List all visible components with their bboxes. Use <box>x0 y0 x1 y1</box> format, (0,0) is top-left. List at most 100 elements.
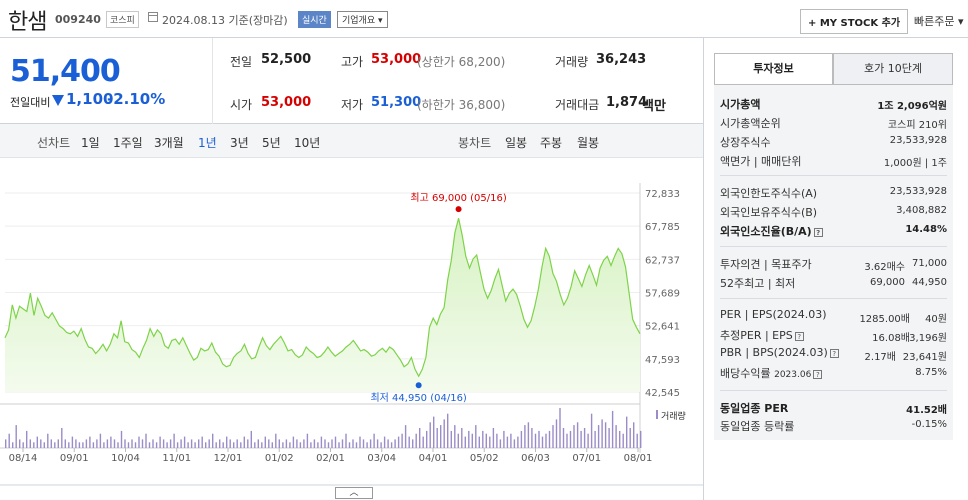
volume-bar <box>471 433 473 448</box>
volume-bar <box>92 442 95 448</box>
volume-bar <box>436 428 438 448</box>
volume-value: 36,243 <box>596 52 647 67</box>
volume-bar <box>404 425 407 448</box>
eps-value: 40원 <box>925 314 947 325</box>
volume-bar <box>292 436 295 448</box>
trade-amount-value: 1,874 <box>606 95 648 110</box>
collapse-chart-button[interactable]: ︿ <box>335 487 373 499</box>
volume-bar <box>552 425 554 448</box>
x-tick-label: 08/14 <box>9 453 38 464</box>
help-icon[interactable]: ? <box>829 348 839 358</box>
low-label: 저가 <box>341 98 364 112</box>
x-tick-label: 10/04 <box>111 453 140 464</box>
help-icon[interactable]: ? <box>794 331 804 341</box>
volume-bar <box>110 436 112 448</box>
help-icon[interactable]: ? <box>813 369 823 379</box>
market-cap-value: 1조 2,096억원 <box>877 101 947 112</box>
volume-bar <box>208 439 210 448</box>
volume-bar <box>541 436 544 448</box>
x-tick-label: 08/01 <box>624 453 653 464</box>
volume-bar <box>138 436 140 448</box>
volume-bar <box>152 439 154 448</box>
period-monthly[interactable]: 월봉 <box>577 134 599 151</box>
period-3y[interactable]: 3년 <box>230 134 249 151</box>
volume-bar <box>355 442 358 448</box>
low-annotation: 최저 44,950 (04/16) <box>370 392 466 404</box>
volume-bar <box>419 428 421 448</box>
opinion-label: 투자의견 | 목표주가 <box>720 258 812 271</box>
period-3m[interactable]: 3개월 <box>154 134 184 151</box>
volume-bar <box>559 408 561 448</box>
volume-bar <box>61 428 63 448</box>
tab-invest-info[interactable]: 투자정보 <box>714 53 833 85</box>
x-tick-label: 03/04 <box>367 453 396 464</box>
volume-bar <box>454 425 456 448</box>
volume-bar <box>180 439 182 448</box>
foreign-limit-label: 외국인한도주식수(A) <box>720 187 818 200</box>
high-annotation: 최고 69,000 (05/16) <box>410 192 506 204</box>
volume-bar <box>576 422 579 448</box>
period-weekly[interactable]: 주봉 <box>540 134 562 151</box>
volume-bar <box>590 413 593 448</box>
volume-bar <box>310 442 312 448</box>
volume-bar <box>57 439 59 448</box>
volume-bar <box>338 442 340 448</box>
volume-bar <box>278 439 280 448</box>
realtime-button[interactable]: 실시간 <box>298 11 331 28</box>
y-tick-label: 62,737 <box>645 255 680 266</box>
volume-bar <box>359 436 361 448</box>
period-1w[interactable]: 1주일 <box>113 134 143 151</box>
volume-bar <box>401 433 403 448</box>
period-5y[interactable]: 5년 <box>262 134 281 151</box>
market-badge: 코스피 <box>106 11 139 28</box>
volume-bar <box>492 428 495 448</box>
volume-bar <box>120 430 123 448</box>
x-tick-label: 07/01 <box>572 453 601 464</box>
dividend-value: 8.75% <box>915 367 947 378</box>
volume-bar <box>134 442 137 448</box>
volume-bar <box>587 433 589 448</box>
volume-bar <box>36 436 38 448</box>
volume-bar <box>412 439 414 448</box>
volume-bar <box>633 422 635 448</box>
period-1y[interactable]: 1년 <box>198 134 217 151</box>
volume-bar <box>285 439 288 448</box>
quick-order-button[interactable]: 빠른주문 ▾ <box>914 13 964 29</box>
tab-order-book[interactable]: 호가 10단계 <box>833 53 953 85</box>
line-chart-label: 선차트 <box>37 136 71 150</box>
volume-bar <box>429 422 431 448</box>
period-1d[interactable]: 1일 <box>81 134 100 151</box>
sector-per-label[interactable]: 동일업종 PER <box>720 400 788 416</box>
volume-bar <box>517 436 519 448</box>
add-my-stock-button[interactable]: + MY STOCK 추가 <box>800 9 909 34</box>
volume-bar <box>619 430 621 448</box>
volume-bar <box>243 436 245 448</box>
volume-bar <box>306 433 309 448</box>
volume-bar <box>166 442 168 448</box>
period-10y[interactable]: 10년 <box>294 134 320 151</box>
volume-bar <box>524 425 526 448</box>
volume-bar <box>198 439 200 448</box>
volume-bar <box>383 436 386 448</box>
price-chart: 72,833 67,785 62,737 57,689 52,641 47,593 42,5… <box>0 183 703 486</box>
volume-bar <box>43 442 45 448</box>
period-daily[interactable]: 일봉 <box>505 134 527 151</box>
volume-bar <box>506 436 509 448</box>
volume-bar <box>440 425 442 448</box>
volume-bar <box>510 433 512 448</box>
base-date: 2024.08.13 기준(장마감) <box>162 14 288 27</box>
volume-bar <box>29 439 31 448</box>
sector-rate-label[interactable]: 동일업종 등락률 <box>720 418 794 434</box>
x-tick-label: 04/01 <box>419 453 448 464</box>
volume-bar <box>5 439 7 448</box>
volume-bar <box>443 419 445 448</box>
x-tick-label: 12/01 <box>214 453 243 464</box>
volume-bar <box>75 439 77 448</box>
volume-bar <box>611 410 614 448</box>
volume-bar <box>124 439 126 448</box>
volume-bar <box>331 439 333 448</box>
company-overview-dropdown[interactable]: 기업개요 ▾ <box>337 11 388 28</box>
volume-bar <box>482 430 484 448</box>
volume-bar <box>22 442 24 448</box>
target-price-value: 71,000 <box>912 258 947 269</box>
